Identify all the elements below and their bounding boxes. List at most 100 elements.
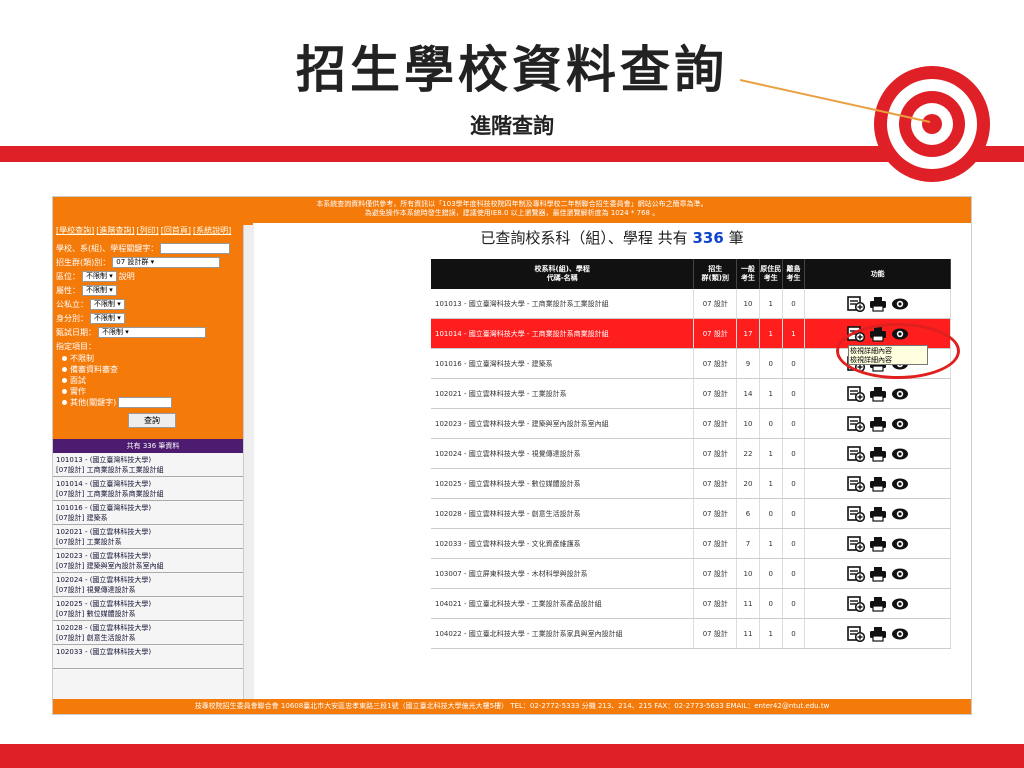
view-details-icon[interactable] (891, 476, 909, 492)
view-details-icon[interactable] (891, 506, 909, 522)
view-details-icon[interactable] (891, 416, 909, 432)
table-row[interactable]: 104022 - 國立臺北科技大學 - 工業設計系家具與室內設計組 07 設計 11… (431, 619, 951, 649)
view-details-icon[interactable] (891, 596, 909, 612)
cell-indigenous: 1 (760, 619, 783, 648)
add-to-list-icon[interactable] (846, 385, 865, 402)
table-row[interactable]: 102023 - 國立雲林科技大學 - 建築與室內設計系室內組 07 設計 10 0 0 (431, 409, 951, 439)
cell-indigenous: 0 (760, 349, 783, 378)
link-home[interactable]: [回首頁] (161, 226, 191, 235)
link-advanced-search[interactable]: [進階查詢] (96, 226, 134, 235)
cell-island: 0 (783, 289, 806, 318)
table-row[interactable]: 102025 - 國立雲林科技大學 - 數位媒體設計系 07 設計 20 1 0 (431, 469, 951, 499)
table-header: 校系科(組)、學程 代碼-名稱 招生 群(類)別 一般 考生 原住民 考生 離島 考生 功… (431, 259, 951, 289)
list-item[interactable]: 101016 - (國立臺灣科技大學) [07設計] 建築系 (53, 501, 253, 525)
cell-island: 0 (783, 559, 806, 588)
exam-date-select[interactable]: 不限制 ▾ (98, 327, 206, 338)
print-icon[interactable] (869, 416, 887, 432)
header-actions: 功能 (805, 259, 951, 289)
add-to-list-icon[interactable] (846, 625, 865, 642)
table-row[interactable]: 102028 - 國立雲林科技大學 - 創意生活設計系 07 設計 6 0 0 (431, 499, 951, 529)
page-footer: 技專校院招生委員會聯合會 10608臺北市大安區忠孝東路三段1號（國立臺北科技大… (53, 699, 971, 714)
print-icon[interactable] (869, 596, 887, 612)
add-to-list-icon[interactable] (846, 505, 865, 522)
cell-island: 0 (783, 349, 806, 378)
cell-name: 101014 - 國立臺灣科技大學 - 工商業設計系商業設計組 (431, 319, 695, 348)
table-row[interactable]: 103007 - 國立屏東科技大學 - 木材科學與設計系 07 設計 10 0 0 (431, 559, 951, 589)
public-label: 公私立： (56, 300, 88, 309)
list-item[interactable]: 102025 - (國立雲林科技大學) [07設計] 數位媒體設計系 (53, 597, 253, 621)
notice-line-2: 為避免操作本系統時發生錯誤，建議使用IE8.0 以上瀏覽器，最佳瀏覽解析度為 1… (364, 209, 660, 217)
exam-date-label: 甄試日期： (56, 328, 96, 337)
sidebar: [學校查詢] [進階查詢] [列印] [回首頁] [系統說明] 學校、系(組)、學程關鍵… (53, 223, 253, 699)
table-row[interactable]: 104021 - 國立臺北科技大學 - 工業設計系產品設計組 07 設計 11 0 0 (431, 589, 951, 619)
option-document-review[interactable]: 備審資料審查 (56, 364, 250, 375)
cell-island: 0 (783, 379, 806, 408)
print-icon[interactable] (869, 536, 887, 552)
result-list: 101013 - (國立臺灣科技大學) [07設計] 工商業設計系工業設計組 10… (53, 453, 253, 699)
attr-select[interactable]: 不限制 ▾ (82, 285, 117, 296)
option-other-keyword[interactable]: 其他(關鍵字) (56, 397, 250, 408)
view-details-icon[interactable] (891, 446, 909, 462)
search-button[interactable]: 查詢 (128, 413, 176, 428)
list-item[interactable]: 102021 - (國立雲林科技大學) [07設計] 工業設計系 (53, 525, 253, 549)
cell-name: 102033 - 國立雲林科技大學 - 文化資產維護系 (431, 529, 695, 558)
view-details-icon[interactable] (891, 626, 909, 642)
print-icon[interactable] (869, 446, 887, 462)
print-icon[interactable] (869, 626, 887, 642)
cell-name: 102025 - 國立雲林科技大學 - 數位媒體設計系 (431, 469, 695, 498)
list-item[interactable]: 101013 - (國立臺灣科技大學) [07設計] 工商業設計系工業設計組 (53, 453, 253, 477)
add-to-list-icon[interactable] (846, 535, 865, 552)
region-select[interactable]: 不限制 ▾ (82, 271, 117, 282)
view-details-icon[interactable] (891, 536, 909, 552)
add-to-list-icon[interactable] (846, 475, 865, 492)
bottom-red-bar (0, 744, 1024, 768)
table-row[interactable]: 102024 - 國立雲林科技大學 - 視覺傳達設計系 07 設計 22 1 0 (431, 439, 951, 469)
list-item[interactable]: 102023 - (國立雲林科技大學) [07設計] 建築與室內設計系室內組 (53, 549, 253, 573)
add-to-list-icon[interactable] (846, 445, 865, 462)
print-icon[interactable] (869, 506, 887, 522)
cell-general: 14 (737, 379, 760, 408)
print-icon[interactable] (869, 476, 887, 492)
public-select[interactable]: 不限制 ▾ (90, 299, 125, 310)
sidebar-links: [學校查詢] [進階查詢] [列印] [回首頁] [系統說明] (56, 225, 250, 236)
table-row[interactable]: 101013 - 國立臺灣科技大學 - 工商業設計系工業設計組 07 設計 10 1 0 (431, 289, 951, 319)
cell-general: 10 (737, 409, 760, 438)
option-unlimited[interactable]: 不限制 (56, 353, 250, 364)
list-item[interactable]: 102024 - (國立雲林科技大學) [07設計] 視覺傳達設計系 (53, 573, 253, 597)
cell-group: 07 設計 (694, 469, 738, 498)
tooltip: 檢視詳細內容 檢視詳細內容 (848, 345, 928, 365)
add-to-list-icon[interactable] (846, 595, 865, 612)
view-details-icon[interactable] (891, 296, 909, 312)
add-to-list-icon[interactable] (846, 565, 865, 582)
cell-group: 07 設計 (694, 319, 738, 348)
cell-name: 101016 - 國立臺灣科技大學 - 建築系 (431, 349, 695, 378)
view-details-icon[interactable] (891, 566, 909, 582)
print-icon[interactable] (869, 296, 887, 312)
cell-general: 9 (737, 349, 760, 378)
identity-select[interactable]: 不限制 ▾ (90, 313, 125, 324)
items-label: 指定項目： (56, 342, 96, 351)
add-to-list-icon[interactable] (846, 415, 865, 432)
table-row[interactable]: 102033 - 國立雲林科技大學 - 文化資產維護系 07 設計 7 1 0 (431, 529, 951, 559)
link-school-search[interactable]: [學校查詢] (56, 226, 94, 235)
add-to-list-icon[interactable] (846, 295, 865, 312)
region-help-link[interactable]: 說明 (119, 271, 135, 282)
keyword-input[interactable] (160, 243, 231, 254)
option-interview[interactable]: 面試 (56, 375, 250, 386)
list-item[interactable]: 101014 - (國立臺灣科技大學) [07設計] 工商業設計系商業設計組 (53, 477, 253, 501)
print-icon[interactable] (869, 566, 887, 582)
table-row[interactable]: 102021 - 國立雲林科技大學 - 工業設計系 07 設計 14 1 0 (431, 379, 951, 409)
link-help[interactable]: [系統說明] (193, 226, 231, 235)
print-icon[interactable] (869, 386, 887, 402)
cell-actions (805, 439, 951, 468)
list-item[interactable]: 102033 - (國立雲林科技大學) (53, 645, 253, 669)
other-keyword-input[interactable] (118, 397, 173, 408)
view-details-icon[interactable] (891, 386, 909, 402)
option-practical[interactable]: 實作 (56, 386, 250, 397)
results-count: 336 (692, 229, 724, 247)
cell-group: 07 設計 (694, 589, 738, 618)
list-item[interactable]: 102028 - (國立雲林科技大學) [07設計] 創意生活設計系 (53, 621, 253, 645)
group-select[interactable]: 07 設計群 ▾ (112, 257, 221, 268)
link-print[interactable]: [列印] (137, 226, 159, 235)
cell-general: 11 (737, 589, 760, 618)
